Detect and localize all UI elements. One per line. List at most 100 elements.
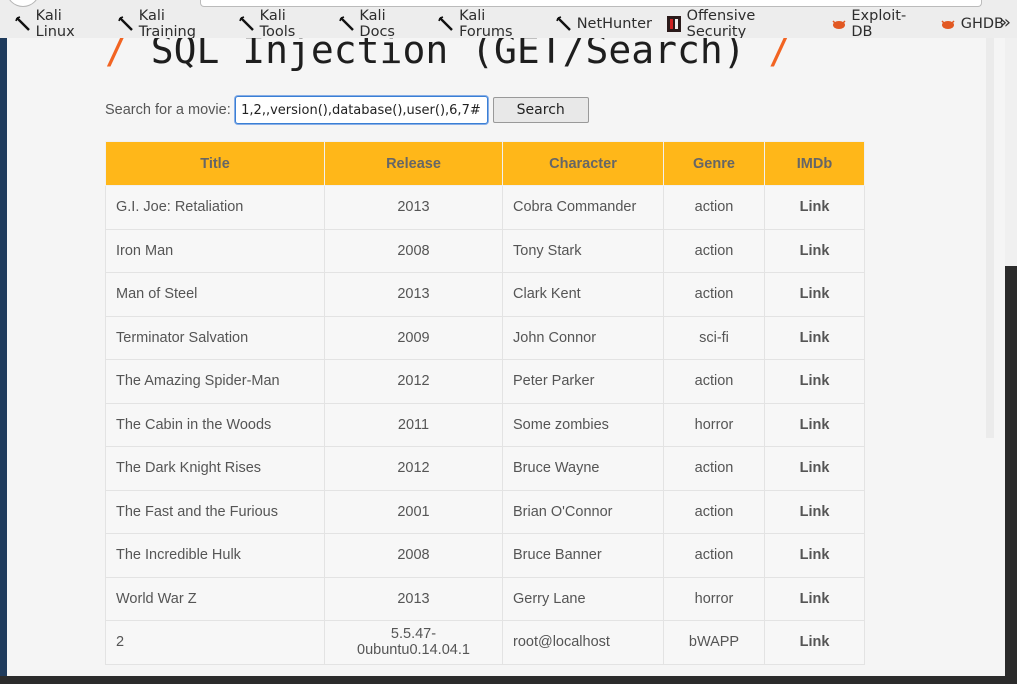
table-cell: G.I. Joe: Retaliation: [105, 185, 325, 230]
table-cell: The Amazing Spider-Man: [105, 359, 325, 404]
table-cell: World War Z: [105, 576, 325, 621]
exploitdb-icon: [830, 15, 848, 33]
table-header-row: Title Release Character Genre IMDb: [105, 141, 865, 186]
search-input[interactable]: [234, 96, 488, 124]
desktop-edge: [0, 38, 7, 684]
table-cell: Bruce Wayne: [502, 446, 664, 491]
table-row: Terminator Salvation 2009 John Connor sci-f…: [105, 315, 865, 360]
bottom-edge: [0, 676, 1017, 684]
bookmark-label: Exploit-DB: [851, 8, 907, 40]
search-label: Search for a movie:: [105, 102, 231, 118]
table-cell: horror: [663, 576, 765, 621]
bookmark-item[interactable]: Kali Docs: [338, 8, 425, 40]
kali-dragon-icon: [437, 15, 455, 33]
table-cell: action: [663, 533, 765, 578]
bookmark-item[interactable]: GHDB: [939, 13, 1004, 35]
bookmark-label: Kali Forums: [459, 8, 513, 40]
table-cell: Brian O'Connor: [502, 489, 664, 534]
bookmark-item[interactable]: Offensive Security: [665, 8, 817, 40]
table-cell: bWAPP: [663, 620, 765, 665]
table-row: Iron Man 2008 Tony Stark action Link: [105, 228, 865, 273]
page-content: / SQL Injection (GET/Search) / Search fo…: [7, 38, 1005, 676]
column-header: Character: [502, 141, 664, 186]
table-cell: Gerry Lane: [502, 576, 664, 621]
bookmark-label: Kali Docs: [359, 8, 395, 40]
imdb-link[interactable]: Link: [764, 402, 865, 447]
table-cell: The Dark Knight Rises: [105, 446, 325, 491]
movie-table: Title Release Character Genre IMDb G.I. Joe:…: [105, 141, 865, 665]
table-row: The Cabin in the Woods 2011 Some zombies ho…: [105, 402, 865, 447]
search-form: Search for a movie: Search: [105, 96, 589, 124]
table-cell: action: [663, 359, 765, 404]
url-bar[interactable]: [200, 0, 982, 7]
table-cell: root@localhost: [502, 620, 664, 665]
kali-dragon-icon: [117, 15, 135, 33]
table-cell: Bruce Banner: [502, 533, 664, 578]
table-row: The Amazing Spider-Man 2012 Peter Parker ac…: [105, 359, 865, 404]
overflow-chevron-icon[interactable]: »: [1000, 12, 1011, 33]
column-header: Genre: [663, 141, 765, 186]
page-title: / SQL Injection (GET/Search) /: [105, 38, 792, 72]
bookmarks-toolbar: Kali Linux Kali Training Kali Tools Kali Do…: [0, 0, 1017, 40]
bookmark-label: Kali Linux: [35, 8, 75, 40]
search-button[interactable]: Search: [492, 97, 589, 123]
bookmark-item[interactable]: Kali Forums: [437, 8, 541, 40]
bookmark-label: Kali Training: [138, 8, 196, 40]
column-header: Title: [105, 141, 325, 186]
imdb-link[interactable]: Link: [764, 359, 865, 404]
bookmark-item[interactable]: Kali Linux: [14, 8, 104, 40]
table-cell: Terminator Salvation: [105, 315, 325, 360]
table-cell: 2012: [324, 359, 503, 404]
table-cell: The Incredible Hulk: [105, 533, 325, 578]
bookmark-label: Kali Tools: [259, 8, 296, 40]
bookmark-label: NetHunter: [576, 16, 652, 32]
table-cell: action: [663, 489, 765, 534]
kali-dragon-icon: [238, 15, 256, 33]
table-cell: John Connor: [502, 315, 664, 360]
imdb-link[interactable]: Link: [764, 228, 865, 273]
window-scrollbar[interactable]: [1005, 38, 1017, 266]
table-cell: The Fast and the Furious: [105, 489, 325, 534]
table-cell: action: [663, 446, 765, 491]
bookmark-item[interactable]: Kali Tools: [238, 8, 325, 40]
table-cell: Peter Parker: [502, 359, 664, 404]
table-cell: horror: [663, 402, 765, 447]
bookmark-label: Offensive Security: [686, 8, 756, 40]
table-cell: Iron Man: [105, 228, 325, 273]
imdb-link[interactable]: Link: [764, 576, 865, 621]
kali-dragon-icon: [555, 15, 573, 33]
table-row: World War Z 2013 Gerry Lane horror Link: [105, 576, 865, 621]
imdb-link[interactable]: Link: [764, 533, 865, 578]
table-cell: Cobra Commander: [502, 185, 664, 230]
bookmark-item[interactable]: Exploit-DB: [830, 8, 926, 40]
table-row: 2 5.5.47-0ubuntu0.14.04.1 root@localhost bW…: [105, 620, 865, 665]
imdb-link[interactable]: Link: [764, 446, 865, 491]
table-cell: The Cabin in the Woods: [105, 402, 325, 447]
back-button[interactable]: [6, 0, 40, 7]
column-header: IMDb: [764, 141, 865, 186]
imdb-link[interactable]: Link: [764, 489, 865, 534]
imdb-link[interactable]: Link: [764, 315, 865, 360]
bookmark-item[interactable]: NetHunter: [555, 13, 652, 35]
exploitdb-icon: [939, 15, 957, 33]
table-cell: Tony Stark: [502, 228, 664, 273]
table-cell: Man of Steel: [105, 272, 325, 317]
table-cell: 2001: [324, 489, 503, 534]
table-cell: 2008: [324, 533, 503, 578]
table-cell: 2013: [324, 576, 503, 621]
bookmark-label: GHDB: [960, 16, 1005, 32]
table-body: G.I. Joe: Retaliation 2013 Cobra Commander…: [105, 185, 865, 665]
bookmark-list: Kali Linux Kali Training Kali Tools Kali Do…: [14, 8, 1017, 40]
imdb-link[interactable]: Link: [764, 272, 865, 317]
page-scrollbar[interactable]: [986, 38, 994, 438]
column-header: Release: [324, 141, 503, 186]
table-row: Man of Steel 2013 Clark Kent action Link: [105, 272, 865, 317]
imdb-link[interactable]: Link: [764, 185, 865, 230]
table-cell: 2: [105, 620, 325, 665]
table-cell: 2011: [324, 402, 503, 447]
imdb-link[interactable]: Link: [764, 620, 865, 665]
table-cell: 2009: [324, 315, 503, 360]
table-cell: 2008: [324, 228, 503, 273]
bookmark-item[interactable]: Kali Training: [117, 8, 225, 40]
table-cell: 2013: [324, 272, 503, 317]
